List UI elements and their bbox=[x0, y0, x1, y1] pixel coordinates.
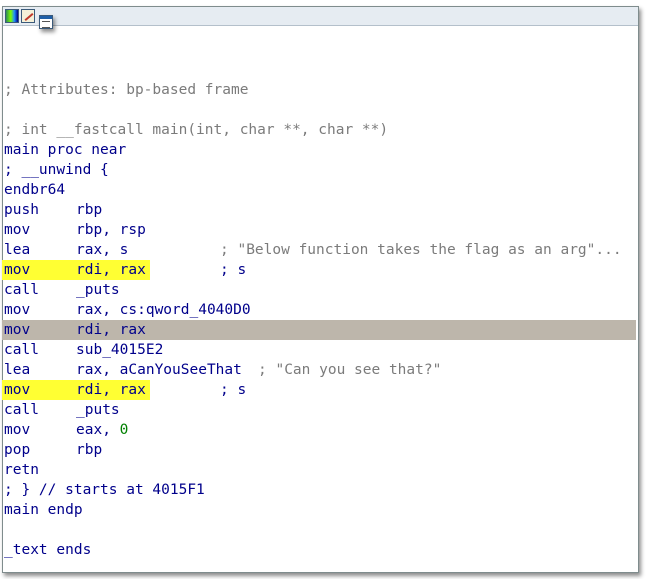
code-line[interactable]: push rbp bbox=[4, 200, 634, 220]
numeric-operand: 0 bbox=[119, 422, 129, 438]
code-line[interactable]: _text ends bbox=[4, 540, 634, 560]
operand: _puts bbox=[76, 282, 120, 298]
code-line[interactable]: mov rdi, rax ; s bbox=[2, 380, 634, 400]
comment-text: ; Attributes: bp-based frame bbox=[4, 82, 249, 98]
mnemonic: retn bbox=[4, 462, 39, 478]
label-text: main proc near bbox=[4, 142, 127, 158]
label-text: ; } // starts at 4015F1 bbox=[4, 482, 205, 498]
mnemonic: lea bbox=[4, 242, 31, 258]
mnemonic: mov bbox=[4, 302, 31, 318]
code-line[interactable]: retn bbox=[4, 460, 634, 480]
code-line[interactable]: lea rax, s ; "Below function takes the fla… bbox=[4, 240, 634, 260]
window-toolbar bbox=[3, 7, 638, 29]
mnemonic: call bbox=[4, 342, 39, 358]
mnemonic: mov bbox=[4, 422, 31, 438]
code-line[interactable]: endbr64 bbox=[4, 180, 634, 200]
disassembly-listing[interactable]: ; Attributes: bp-based frame ; int __fast… bbox=[2, 60, 636, 560]
operand: rdi, rax bbox=[76, 322, 146, 338]
mnemonic: call bbox=[4, 402, 39, 418]
edit-icon[interactable] bbox=[21, 9, 35, 23]
operand: sub_4015E2 bbox=[76, 342, 164, 358]
code-line[interactable]: main proc near bbox=[4, 140, 634, 160]
mnemonic: lea bbox=[4, 362, 31, 378]
operand: _puts bbox=[76, 402, 120, 418]
label-text: main endp bbox=[4, 502, 83, 518]
mnemonic: mov bbox=[4, 222, 31, 238]
inline-comment: ; s bbox=[220, 382, 247, 398]
inline-comment: ; "Below function takes the flag as an a… bbox=[220, 242, 622, 258]
mnemonic: push bbox=[4, 202, 39, 218]
comment-text: ; int __fastcall main(int, char **, char… bbox=[4, 122, 389, 138]
mnemonic: call bbox=[4, 282, 39, 298]
mnemonic: endbr64 bbox=[4, 182, 66, 198]
mnemonic: mov bbox=[4, 322, 31, 338]
code-line[interactable]: pop rbp bbox=[4, 440, 634, 460]
mnemonic: pop bbox=[4, 442, 31, 458]
operand: rax, s bbox=[76, 242, 129, 258]
label-text: ; __unwind { bbox=[4, 162, 109, 178]
code-line[interactable]: ; __unwind { bbox=[4, 160, 634, 180]
code-line[interactable]: ; int __fastcall main(int, char **, char… bbox=[4, 120, 634, 140]
operand: rax, aCanYouSeeThat bbox=[76, 362, 242, 378]
inline-comment: ; s bbox=[220, 262, 247, 278]
mnemonic: mov bbox=[4, 262, 31, 278]
code-line[interactable]: ; Attributes: bp-based frame bbox=[4, 80, 634, 100]
code-line[interactable]: main endp bbox=[4, 500, 634, 520]
code-line[interactable]: call _puts bbox=[4, 280, 634, 300]
code-line[interactable]: mov rbp, rsp bbox=[4, 220, 634, 240]
code-line[interactable]: mov rdi, rax bbox=[2, 320, 636, 340]
code-line[interactable]: lea rax, aCanYouSeeThat ; "Can you see tha… bbox=[4, 360, 634, 380]
code-line[interactable]: call sub_4015E2 bbox=[4, 340, 634, 360]
operand: rbp bbox=[76, 442, 103, 458]
window-icon[interactable] bbox=[39, 15, 53, 29]
inline-comment: ; "Can you see that?" bbox=[258, 362, 442, 378]
operand: rdi, rax bbox=[76, 382, 146, 398]
operand: rbp, rsp bbox=[76, 222, 146, 238]
code-line[interactable]: mov rdi, rax ; s bbox=[2, 260, 634, 280]
operand: eax, bbox=[76, 422, 120, 438]
mnemonic: mov bbox=[4, 382, 31, 398]
operand: rdi, rax bbox=[76, 262, 146, 278]
code-line[interactable]: ; } // starts at 4015F1 bbox=[4, 480, 634, 500]
code-line[interactable]: mov rax, cs:qword_4040D0 bbox=[4, 300, 634, 320]
label-text: _text ends bbox=[4, 542, 92, 558]
graph-view-icon[interactable] bbox=[5, 9, 19, 23]
code-line[interactable]: call _puts bbox=[4, 400, 634, 420]
operand: rbp bbox=[76, 202, 103, 218]
operand: rax, cs:qword_4040D0 bbox=[76, 302, 251, 318]
code-line[interactable]: mov eax, 0 bbox=[4, 420, 634, 440]
